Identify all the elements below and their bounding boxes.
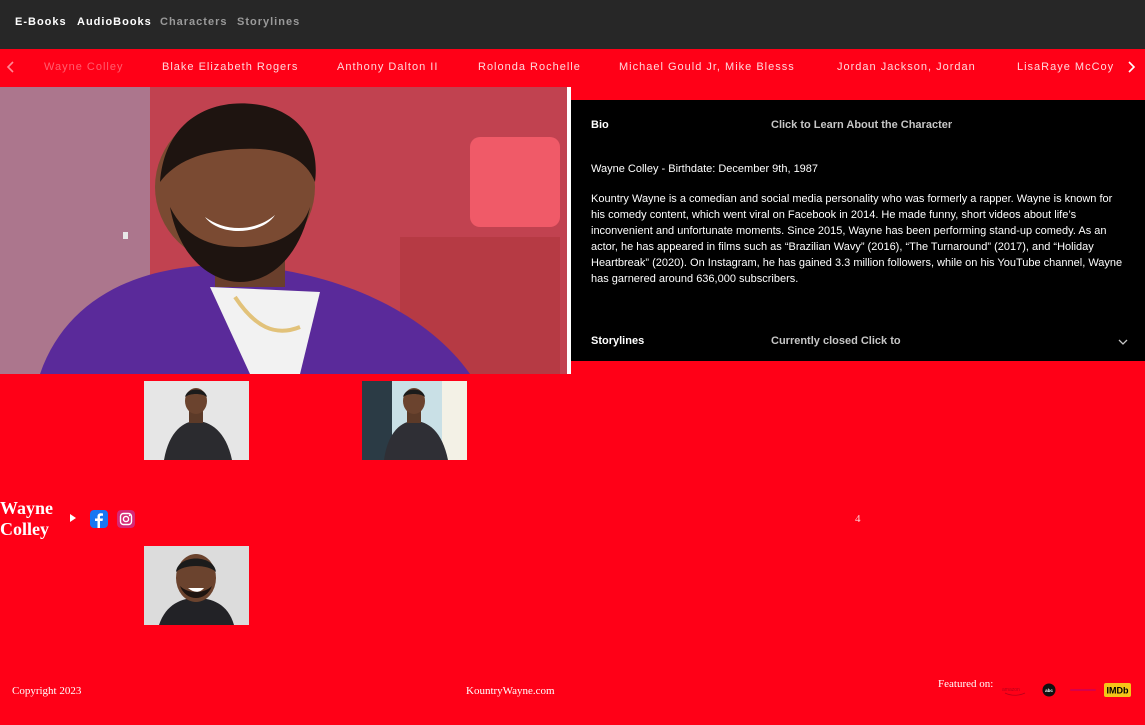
- cast-item-blake-elizabeth-rogers[interactable]: Blake Elizabeth Rogers: [162, 61, 298, 73]
- storylines-hint[interactable]: Currently closed Click to: [771, 335, 901, 347]
- amazon-logo: amazon: [1002, 687, 1026, 696]
- bio-hint[interactable]: Click to Learn About the Character: [771, 119, 952, 131]
- cast-carousel: Wayne Colley Blake Elizabeth Rogers Anth…: [0, 49, 1145, 87]
- imdb-logo-text: IMDb: [1107, 686, 1129, 696]
- character-name: Wayne Colley: [0, 498, 53, 540]
- nav-ebooks[interactable]: E-Books: [15, 16, 67, 28]
- site-link[interactable]: KountryWayne.com: [466, 685, 555, 697]
- cast-item-lisaraye-mccoy[interactable]: LisaRaye McCoy: [1017, 61, 1114, 73]
- gallery-thumbnail-3[interactable]: [144, 546, 249, 625]
- abc-logo: abc: [1042, 683, 1056, 697]
- character-name-line2: Colley: [0, 519, 49, 539]
- amazon-logo-text: amazon: [1002, 687, 1020, 693]
- chevron-right-icon[interactable]: [1126, 59, 1138, 75]
- nav-characters[interactable]: Characters: [160, 16, 227, 28]
- nav-storylines[interactable]: Storylines: [237, 16, 300, 28]
- instagram-icon[interactable]: [117, 510, 135, 528]
- character-info-panel: Bio Click to Learn About the Character W…: [571, 100, 1145, 361]
- nav-audiobooks[interactable]: AudioBooks: [77, 16, 152, 28]
- cast-item-jordan-jackson[interactable]: Jordan Jackson, Jordan: [837, 61, 976, 73]
- bio-label[interactable]: Bio: [591, 119, 609, 131]
- gallery-counter: 4: [855, 513, 861, 525]
- storylines-label[interactable]: Storylines: [591, 335, 644, 347]
- top-nav: E-Books AudioBooks Characters Storylines: [0, 0, 1145, 49]
- facebook-icon[interactable]: [90, 510, 108, 528]
- gallery-thumbnail-1[interactable]: [144, 381, 249, 460]
- featured-label: Featured on:: [938, 678, 994, 690]
- character-name-line1: Wayne: [0, 498, 54, 518]
- partner-logo: [1070, 689, 1096, 691]
- birthdate-text: Wayne Colley - Birthdate: December 9th, …: [591, 163, 819, 175]
- cast-item-wayne-colley[interactable]: Wayne Colley: [44, 61, 123, 73]
- chevron-down-icon[interactable]: [1118, 338, 1128, 346]
- cast-item-rolonda-rochelle[interactable]: Rolonda Rochelle: [478, 61, 581, 73]
- play-icon[interactable]: [70, 514, 76, 522]
- cast-item-anthony-dalton[interactable]: Anthony Dalton II: [337, 61, 438, 73]
- abc-logo-text: abc: [1045, 688, 1053, 693]
- imdb-logo: IMDb: [1104, 683, 1131, 697]
- cast-item-michael-gould[interactable]: Michael Gould Jr, Mike Blesss: [619, 61, 795, 73]
- gallery-thumbnail-2[interactable]: [362, 381, 467, 460]
- chevron-left-icon[interactable]: [4, 59, 16, 75]
- character-hero-photo: [0, 87, 567, 374]
- bio-text: Kountry Wayne is a comedian and social m…: [591, 193, 1123, 285]
- copyright-text: Copyright 2023: [12, 685, 82, 697]
